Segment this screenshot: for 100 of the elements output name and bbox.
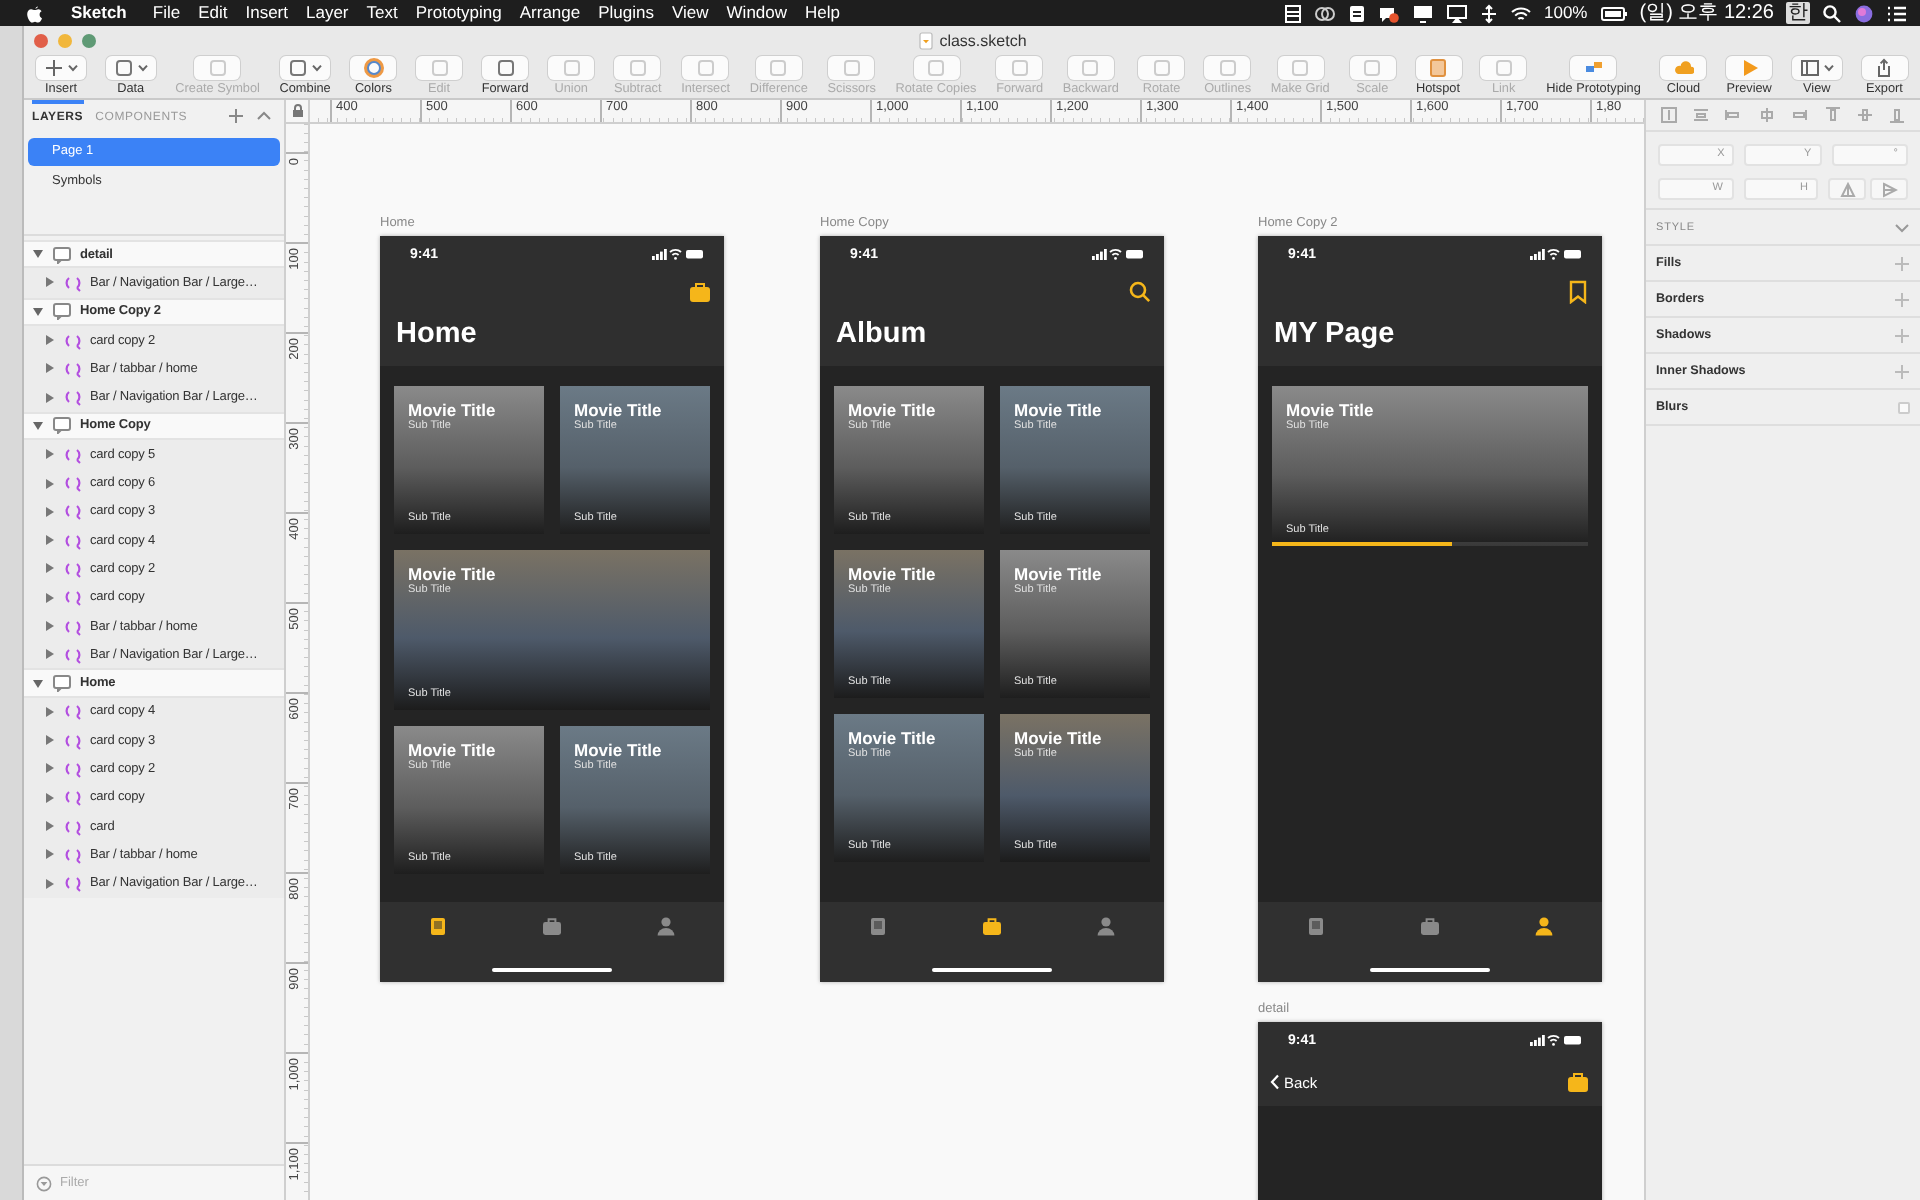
symbol-icon: [64, 445, 82, 464]
disclosure-triangle-icon[interactable]: [44, 877, 56, 890]
disclosure-triangle-icon[interactable]: [44, 734, 56, 747]
circles-icon[interactable]: [1314, 3, 1336, 23]
page-title: Album: [834, 316, 929, 354]
symbol-icon: [64, 788, 82, 807]
disclosure-triangle-icon[interactable]: [44, 362, 56, 375]
card-title: Movie Title: [848, 728, 938, 748]
alignment-icon[interactable]: [1855, 106, 1874, 124]
checkbox[interactable]: [1898, 401, 1910, 413]
disclosure-triangle-icon[interactable]: [44, 705, 56, 718]
briefcase-icon: [1419, 916, 1440, 936]
symbol-icon: [64, 759, 82, 778]
symbol-icon: [64, 388, 82, 407]
flip-button[interactable]: [1870, 178, 1908, 200]
alignment-icon[interactable]: [1724, 106, 1743, 124]
menu-item[interactable]: Insert: [236, 0, 297, 26]
disclosure-triangle-icon[interactable]: [32, 677, 44, 690]
disclosure-triangle-icon[interactable]: [44, 334, 56, 347]
symbol-icon: [64, 331, 82, 350]
alignment-icon[interactable]: [1757, 106, 1776, 124]
chat-icon[interactable]: [1378, 3, 1400, 23]
home-indicator: [1370, 967, 1490, 972]
disclosure-triangle-icon[interactable]: [32, 419, 44, 432]
close-button[interactable]: [34, 33, 48, 47]
alignment-icon[interactable]: [1790, 106, 1809, 124]
cloud-icon: [1673, 58, 1694, 78]
symbol-icon: [64, 874, 82, 893]
battery-icon[interactable]: [1599, 3, 1628, 23]
disclosure-triangle-icon[interactable]: [32, 305, 44, 318]
page-title: Home: [394, 316, 479, 354]
menu-item[interactable]: Window: [717, 0, 797, 26]
disclosure-triangle-icon[interactable]: [44, 391, 56, 404]
disclosure-triangle-icon[interactable]: [44, 448, 56, 461]
share-icon: [1874, 58, 1895, 78]
status-icons-drawing: [652, 248, 704, 260]
disclosure-triangle-icon[interactable]: [44, 791, 56, 804]
briefcase-icon[interactable]: [688, 280, 712, 304]
disclosure-triangle-icon[interactable]: [44, 534, 56, 547]
symbol-icon: [64, 702, 82, 721]
airplay-icon[interactable]: [1446, 3, 1468, 23]
document-icon[interactable]: [1348, 3, 1366, 23]
plus-icon[interactable]: [228, 108, 244, 124]
search-icon[interactable]: [1128, 280, 1152, 304]
menu-item[interactable]: Edit: [189, 0, 237, 26]
symbol-icon: [64, 845, 82, 864]
menu-item[interactable]: View: [663, 0, 718, 26]
disclosure-triangle-icon[interactable]: [44, 762, 56, 775]
wifi-icon[interactable]: [1510, 3, 1532, 23]
symbol-icon: [64, 474, 82, 493]
person-icon: [1534, 916, 1555, 936]
orb-icon[interactable]: [1854, 3, 1874, 23]
arrows-icon[interactable]: [1480, 3, 1498, 23]
card-title: Movie Title: [408, 740, 498, 760]
square-icon: [926, 58, 946, 78]
alignment-icon[interactable]: [1823, 106, 1842, 124]
symbol-icon: [64, 588, 82, 607]
menu-item[interactable]: Plugins: [589, 0, 663, 26]
chevron-down-icon[interactable]: [1894, 221, 1910, 233]
film-icon[interactable]: [1284, 3, 1302, 23]
briefcase-icon: [541, 916, 562, 936]
menu-item[interactable]: Text: [357, 0, 407, 26]
search-icon[interactable]: [1822, 3, 1842, 23]
clock[interactable]: (일) 오후 12:26: [1639, 0, 1774, 26]
briefcase-icon[interactable]: [1566, 1070, 1590, 1094]
list-icon[interactable]: [1886, 3, 1908, 23]
input-source-indicator[interactable]: 한: [1786, 2, 1810, 24]
menu-item[interactable]: Arrange: [510, 0, 590, 26]
chevron-up-icon[interactable]: [256, 108, 272, 124]
alignment-icon[interactable]: [1659, 106, 1678, 124]
zoom-button[interactable]: [82, 33, 96, 47]
menu-item[interactable]: Help: [796, 0, 849, 26]
status-icons-drawing: [1092, 248, 1144, 260]
disclosure-triangle-icon[interactable]: [44, 620, 56, 632]
disclosure-triangle-icon[interactable]: [44, 648, 56, 661]
disclosure-triangle-icon[interactable]: [44, 505, 56, 518]
card-title: Movie Title: [848, 400, 938, 420]
disclosure-triangle-icon[interactable]: [32, 248, 44, 261]
bookmark-icon[interactable]: [1566, 280, 1590, 304]
alignment-icon[interactable]: [1692, 106, 1711, 124]
menu-item[interactable]: File: [143, 0, 190, 26]
disclosure-triangle-icon[interactable]: [44, 276, 56, 289]
disclosure-triangle-icon[interactable]: [44, 562, 56, 575]
menu-item[interactable]: Layer: [297, 0, 358, 26]
person-icon: [1096, 916, 1117, 936]
square-icon: [768, 58, 789, 78]
symbol-icon: [64, 617, 82, 635]
disclosure-triangle-icon[interactable]: [44, 477, 56, 490]
alignment-icon[interactable]: [1888, 106, 1907, 124]
app-menu[interactable]: Sketch: [62, 0, 136, 26]
disclosure-triangle-icon[interactable]: [44, 591, 56, 604]
symbol-icon: [64, 273, 82, 292]
disclosure-triangle-icon[interactable]: [44, 820, 56, 833]
flip-button[interactable]: [1828, 178, 1866, 200]
square-icon: [627, 58, 648, 78]
menu-item[interactable]: Prototyping: [406, 0, 511, 26]
display-icon[interactable]: [1412, 3, 1434, 23]
symbol-icon: [64, 731, 82, 750]
disclosure-triangle-icon[interactable]: [44, 848, 56, 861]
book-icon: [427, 916, 448, 936]
